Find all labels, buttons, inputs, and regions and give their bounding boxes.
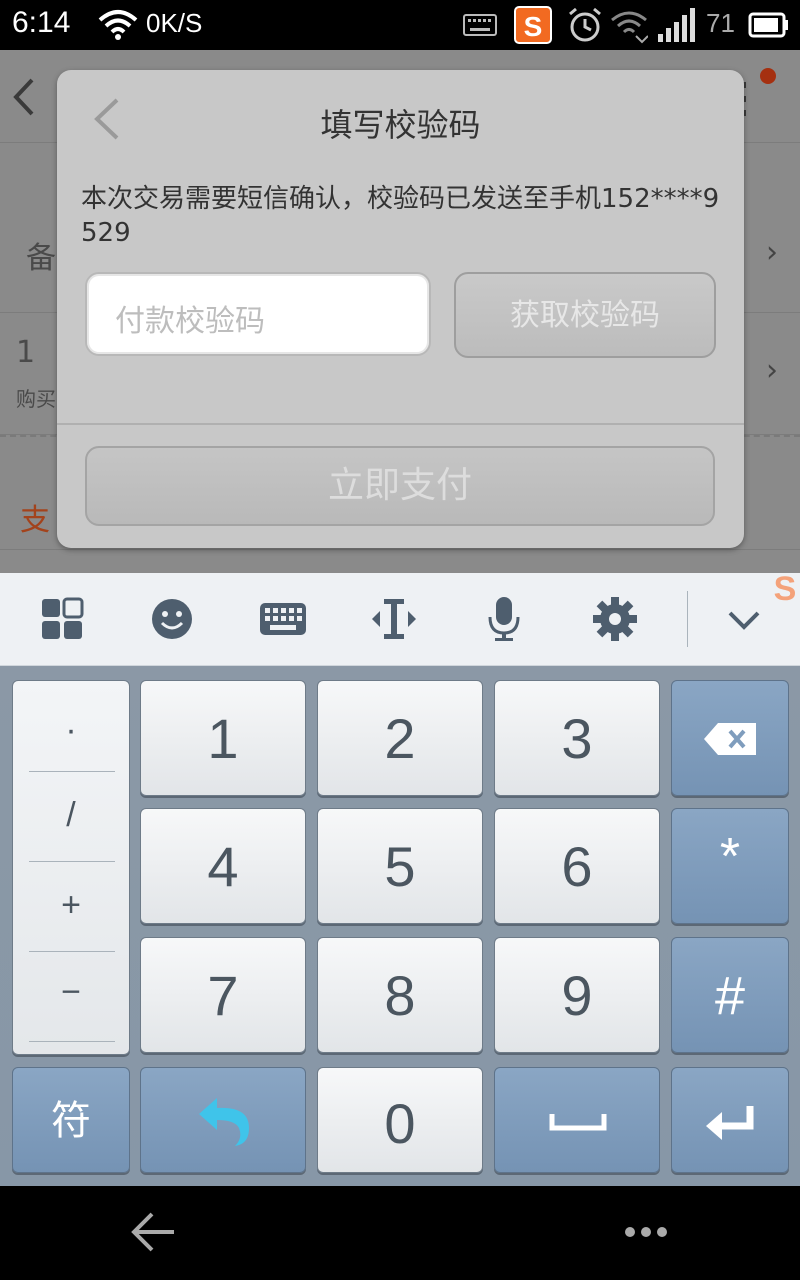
- space-key[interactable]: [494, 1067, 660, 1173]
- toolbar-separator: [687, 591, 688, 647]
- key-label: 8: [384, 964, 416, 1027]
- key-6[interactable]: 6: [494, 808, 660, 924]
- dialog-message: 本次交易需要短信确认，校验码已发送至手机152****9529: [81, 184, 720, 248]
- battery-level: 71: [706, 8, 735, 38]
- symbol-divider: [29, 861, 115, 862]
- symbol-slash-key[interactable]: /: [13, 796, 129, 835]
- key-4[interactable]: 4: [140, 808, 306, 924]
- key-label: 9: [561, 964, 593, 1027]
- space-icon: [549, 1114, 607, 1131]
- keyboard-toolbar: [0, 573, 800, 666]
- svg-text:S: S: [774, 570, 797, 608]
- dialog-title: 填写校验码: [320, 106, 481, 144]
- sogou-icon: S: [514, 6, 552, 44]
- net-speed: 0K/S: [146, 8, 203, 38]
- backspace-icon: [704, 723, 756, 755]
- key-label: 符: [51, 1098, 91, 1144]
- battery-icon: [748, 12, 788, 38]
- key-5[interactable]: 5: [317, 808, 483, 924]
- key-label: #: [714, 966, 746, 1026]
- key-label: 4: [207, 835, 239, 898]
- chevron-right-icon: ›: [766, 235, 778, 270]
- grid-menu-icon[interactable]: [38, 595, 86, 643]
- key-label: 6: [561, 835, 593, 898]
- key-label: 7: [207, 964, 239, 1027]
- enter-key[interactable]: [671, 1067, 789, 1173]
- cursor-icon[interactable]: [370, 595, 418, 643]
- symbol-divider: [29, 951, 115, 952]
- symbol-minus-key[interactable]: −: [13, 973, 129, 1012]
- undo-key[interactable]: [140, 1067, 306, 1173]
- symbol-divider: [29, 771, 115, 772]
- star-key[interactable]: *: [671, 808, 789, 924]
- status-bar: 6:14 0K/S S 71: [0, 0, 800, 50]
- back-arrow-icon: [13, 78, 34, 116]
- emoji-icon[interactable]: [148, 595, 196, 643]
- collapse-icon[interactable]: [720, 595, 768, 643]
- key-label: 1: [207, 707, 239, 770]
- hash-key[interactable]: #: [671, 937, 789, 1053]
- wifi-alt-icon: [611, 11, 648, 44]
- bg-row-remark-label: 备: [26, 241, 56, 276]
- key-label: 5: [384, 835, 416, 898]
- symbol-plus-key[interactable]: +: [13, 886, 129, 925]
- verification-code-input[interactable]: 付款校验码: [85, 272, 431, 356]
- bg-row-pay-label: 支: [20, 503, 50, 538]
- wifi-icon: [98, 10, 138, 40]
- key-label: *: [719, 828, 741, 886]
- key-label: 3: [561, 707, 593, 770]
- settings-icon[interactable]: [591, 595, 639, 643]
- keyboard-notification-icon: [463, 14, 497, 36]
- get-code-button[interactable]: 获取校验码: [454, 272, 716, 358]
- signal-icon: [658, 8, 695, 42]
- key-2[interactable]: 2: [317, 680, 483, 796]
- undo-icon: [199, 1098, 249, 1146]
- key-9[interactable]: 9: [494, 937, 660, 1053]
- key-7[interactable]: 7: [140, 937, 306, 1053]
- svg-text:S: S: [524, 11, 543, 42]
- chevron-right-icon: ›: [766, 353, 778, 388]
- alarm-icon: [569, 7, 601, 42]
- key-label: 0: [384, 1092, 416, 1155]
- notification-dot: [760, 68, 776, 84]
- pay-now-button[interactable]: 立即支付: [85, 446, 715, 526]
- verification-dialog: 填写校验码 本次交易需要短信确认，校验码已发送至手机152****9529 付款…: [57, 70, 744, 548]
- bg-row-quantity-value: 1: [16, 335, 36, 370]
- key-1[interactable]: 1: [140, 680, 306, 796]
- microphone-icon[interactable]: [480, 595, 528, 643]
- enter-icon: [706, 1106, 754, 1140]
- symbol-switch-key[interactable]: 符: [12, 1067, 130, 1173]
- bg-row-quantity-sub: 购买: [16, 387, 56, 411]
- back-nav-icon[interactable]: [128, 1210, 176, 1254]
- key-label: 2: [384, 707, 416, 770]
- sogou-logo-icon: S: [774, 570, 797, 608]
- symbol-column[interactable]: · / + −: [12, 680, 130, 1055]
- more-nav-icon[interactable]: [622, 1224, 670, 1240]
- navigation-bar: [0, 1186, 800, 1280]
- status-time: 6:14: [12, 6, 71, 39]
- symbol-divider: [29, 1041, 115, 1042]
- key-8[interactable]: 8: [317, 937, 483, 1053]
- keyboard-icon[interactable]: [258, 595, 308, 643]
- symbol-dot-key[interactable]: ·: [13, 711, 129, 750]
- key-0[interactable]: 0: [317, 1067, 483, 1173]
- key-3[interactable]: 3: [494, 680, 660, 796]
- dialog-divider: [57, 423, 744, 425]
- backspace-key[interactable]: [671, 680, 789, 796]
